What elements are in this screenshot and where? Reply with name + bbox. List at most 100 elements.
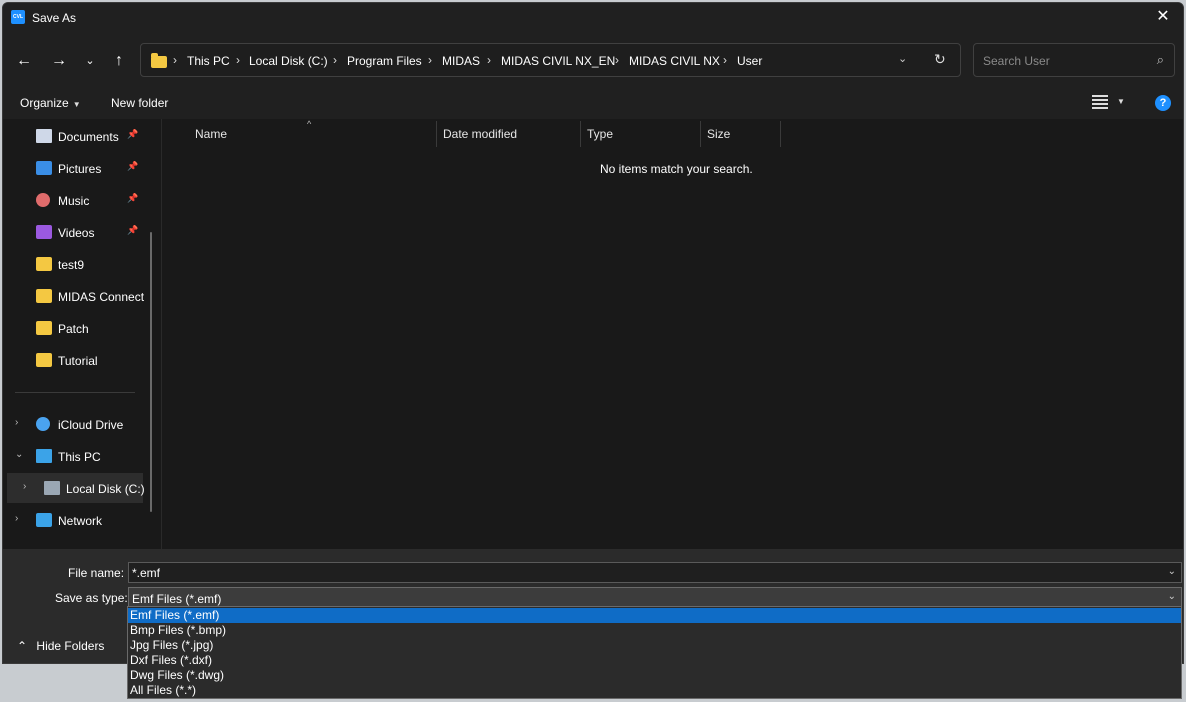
pin-icon[interactable]: 📌 xyxy=(127,225,138,236)
sidebar-item-test9[interactable]: test9 xyxy=(3,249,153,279)
address-bar[interactable]: › This PC › Local Disk (C:) › Program Fi… xyxy=(140,43,961,77)
breadcrumb-midas-civil-nx-en[interactable]: MIDAS CIVIL NX_EN xyxy=(501,54,615,68)
videos-icon xyxy=(36,225,52,239)
dropdown-option-dwg[interactable]: Dwg Files (*.dwg) xyxy=(128,668,1181,683)
breadcrumb-chevron-icon: › xyxy=(333,53,337,67)
sidebar-item-label: Network xyxy=(58,514,103,528)
sidebar-item-documents[interactable]: Documents 📌 xyxy=(3,121,153,151)
window-title: Save As xyxy=(32,11,77,25)
hide-folders-button[interactable]: ⌃ Hide Folders xyxy=(17,639,104,653)
column-divider[interactable] xyxy=(780,121,781,147)
close-icon: ✕ xyxy=(1156,8,1170,25)
disk-icon xyxy=(44,481,60,495)
chevron-down-icon[interactable]: ⌄ xyxy=(1168,566,1176,577)
organize-label: Organize xyxy=(20,96,69,110)
title-bar: CVL Save As ✕ xyxy=(3,3,1183,33)
sidebar-item-label: MIDAS Connect xyxy=(58,290,145,304)
search-input[interactable]: Search User xyxy=(983,54,1050,68)
view-caret-icon[interactable]: ▼ xyxy=(1117,97,1125,106)
breadcrumb-chevron-icon: › xyxy=(723,53,727,67)
help-icon[interactable]: ? xyxy=(1155,95,1171,111)
sidebar-item-midas-connect[interactable]: MIDAS Connect xyxy=(3,281,153,311)
column-divider[interactable] xyxy=(580,121,581,147)
column-header-type[interactable]: Type xyxy=(587,127,613,141)
dropdown-option-bmp[interactable]: Bmp Files (*.bmp) xyxy=(128,623,1181,638)
sidebar-item-network[interactable]: › Network xyxy=(3,505,153,535)
forward-button[interactable]: → xyxy=(45,47,73,75)
folder-icon xyxy=(36,289,52,303)
dropdown-option-all-files[interactable]: All Files (*.*) xyxy=(128,683,1181,698)
pictures-icon xyxy=(36,161,52,175)
column-header-size[interactable]: Size xyxy=(707,127,730,141)
chevron-up-icon: ⌃ xyxy=(17,639,28,653)
file-name-field[interactable]: *.emf ⌄ xyxy=(128,562,1182,583)
dropdown-option-dxf[interactable]: Dxf Files (*.dxf) xyxy=(128,653,1181,668)
sidebar-item-icloud-drive[interactable]: › iCloud Drive xyxy=(3,409,153,439)
chevron-down-icon[interactable]: ⌄ xyxy=(1168,591,1176,602)
breadcrumb-this-pc[interactable]: This PC xyxy=(187,54,230,68)
chevron-down-icon: ⌄ xyxy=(85,55,95,67)
new-folder-button[interactable]: New folder xyxy=(111,96,168,110)
sidebar-item-patch[interactable]: Patch xyxy=(3,313,153,343)
sidebar-divider xyxy=(15,392,135,393)
breadcrumb-chevron-icon: › xyxy=(487,53,491,67)
recent-locations-button[interactable]: ⌄ xyxy=(76,47,104,75)
sidebar-item-this-pc[interactable]: ⌄ This PC xyxy=(3,441,153,471)
sidebar-item-label: Music xyxy=(58,194,90,208)
dropdown-option-jpg[interactable]: Jpg Files (*.jpg) xyxy=(128,638,1181,653)
dropdown-option-emf[interactable]: Emf Files (*.emf) xyxy=(128,608,1181,623)
sidebar-item-label: Documents xyxy=(58,130,119,144)
chevron-right-icon[interactable]: › xyxy=(15,513,18,524)
pin-icon[interactable]: 📌 xyxy=(127,161,138,172)
sidebar-item-label: Videos xyxy=(58,226,95,240)
arrow-left-icon: ← xyxy=(16,52,32,69)
view-options-icon[interactable] xyxy=(1092,95,1108,109)
breadcrumb-midas[interactable]: MIDAS xyxy=(442,54,480,68)
folder-icon xyxy=(36,321,52,335)
sidebar-item-tutorial[interactable]: Tutorial xyxy=(3,345,153,375)
column-divider[interactable] xyxy=(700,121,701,147)
sidebar-item-label: Patch xyxy=(58,322,89,336)
organize-button[interactable]: Organize ▼ xyxy=(20,96,81,110)
sidebar-item-videos[interactable]: Videos 📌 xyxy=(3,217,153,247)
breadcrumb-program-files[interactable]: Program Files xyxy=(347,54,422,68)
pin-icon[interactable]: 📌 xyxy=(127,193,138,204)
sidebar-item-label: iCloud Drive xyxy=(58,418,124,432)
address-dropdown-icon[interactable]: ⌄ xyxy=(898,52,907,65)
close-button[interactable]: ✕ xyxy=(1143,3,1183,33)
file-name-value[interactable]: *.emf xyxy=(132,566,160,580)
sidebar-item-pictures[interactable]: Pictures 📌 xyxy=(3,153,153,183)
breadcrumb-local-disk[interactable]: Local Disk (C:) xyxy=(249,54,328,68)
chevron-down-icon[interactable]: ⌄ xyxy=(15,449,23,460)
breadcrumb-chevron-icon: › xyxy=(428,53,432,67)
network-icon xyxy=(36,513,52,527)
folder-icon xyxy=(36,257,52,271)
chevron-right-icon[interactable]: › xyxy=(23,481,26,492)
sidebar-scrollbar[interactable] xyxy=(150,232,152,512)
search-box[interactable]: Search User ⌕ xyxy=(973,43,1175,77)
breadcrumb-user[interactable]: User xyxy=(737,54,762,68)
sidebar-item-label: Pictures xyxy=(58,162,102,176)
breadcrumb-midas-civil-nx[interactable]: MIDAS CIVIL NX xyxy=(629,54,720,68)
column-header-date-modified[interactable]: Date modified xyxy=(443,127,517,141)
chevron-right-icon[interactable]: › xyxy=(15,417,18,428)
column-header-name[interactable]: Name xyxy=(195,127,227,141)
arrow-up-icon: ↑ xyxy=(115,52,123,69)
pin-icon[interactable]: 📌 xyxy=(127,129,138,140)
command-bar: Organize ▼ New folder ▼ ? xyxy=(3,87,1183,119)
save-as-dialog: CVL Save As ✕ ← → ⌄ ↑ › This PC › Local … xyxy=(2,2,1184,664)
file-list: Name ^ Date modified Type Size No items … xyxy=(161,119,1183,549)
caret-down-icon: ▼ xyxy=(72,100,81,109)
save-type-value: Emf Files (*.emf) xyxy=(132,592,222,606)
search-icon: ⌕ xyxy=(1156,52,1164,67)
up-button[interactable]: ↑ xyxy=(105,47,133,75)
sidebar-item-music[interactable]: Music 📌 xyxy=(3,185,153,215)
save-type-label: Save as type: xyxy=(55,591,128,605)
save-type-dropdown-list: Emf Files (*.emf) Bmp Files (*.bmp) Jpg … xyxy=(127,606,1182,699)
music-icon xyxy=(36,193,50,207)
navigation-bar: ← → ⌄ ↑ › This PC › Local Disk (C:) › Pr… xyxy=(3,33,1183,87)
back-button[interactable]: ← xyxy=(10,47,38,75)
refresh-icon[interactable]: ↻ xyxy=(934,51,946,68)
column-divider[interactable] xyxy=(436,121,437,147)
sidebar-item-local-disk[interactable]: › Local Disk (C:) xyxy=(7,473,145,503)
